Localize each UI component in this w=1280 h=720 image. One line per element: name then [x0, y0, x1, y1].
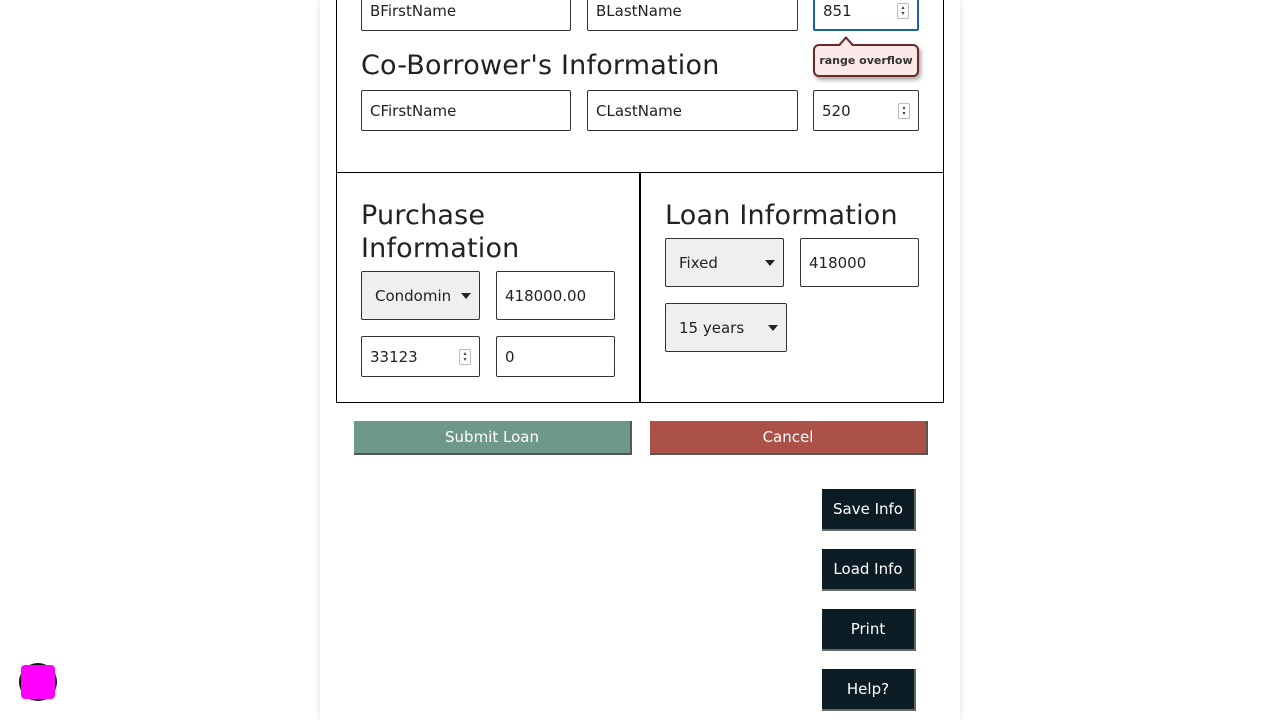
borrower-credit-score-value: 851 [823, 1, 852, 20]
down-payment-input[interactable]: 0 [496, 336, 615, 377]
chevron-down-icon [461, 292, 471, 299]
zip-code-input[interactable]: 33123 ▴ ▾ [361, 336, 480, 377]
help-label: Help? [846, 680, 890, 698]
purchase-heading: Purchase Information [361, 199, 520, 265]
borrower-last-name-value: BLastName [596, 1, 682, 20]
chevron-down-icon [768, 324, 778, 331]
borrower-first-name-value: BFirstName [370, 1, 457, 20]
loan-term-select[interactable]: 15 years [665, 303, 787, 352]
rate-type-select[interactable]: Fixed [665, 238, 784, 287]
purchase-heading-line1: Purchase [361, 200, 486, 231]
spinner-icon[interactable]: ▴ ▾ [898, 102, 910, 119]
co-borrower-credit-score-input[interactable]: 520 ▴ ▾ [813, 90, 919, 131]
co-borrower-first-name-value: CFirstName [370, 101, 457, 120]
spinner-icon[interactable]: ▴ ▾ [459, 348, 471, 365]
rate-type-value: Fixed [679, 253, 718, 272]
submit-loan-label: Submit Loan [445, 428, 539, 446]
purchase-price-value: 418000.00 [505, 286, 587, 305]
borrower-last-name-input[interactable]: BLastName [587, 0, 798, 31]
load-info-button[interactable]: Load Info [822, 549, 916, 591]
help-button[interactable]: Help? [822, 669, 916, 711]
cancel-button[interactable]: Cancel [650, 421, 928, 455]
co-borrower-heading: Co-Borrower's Information [361, 50, 720, 81]
borrower-credit-score-input[interactable]: 851 ▴ ▾ [813, 0, 919, 31]
property-type-value: Condomin [375, 286, 452, 305]
cancel-label: Cancel [762, 428, 814, 446]
loan-amount-value: 418000 [809, 253, 867, 272]
loan-amount-input[interactable]: 418000 [800, 238, 919, 287]
save-info-label: Save Info [833, 500, 903, 518]
co-borrower-credit-score-value: 520 [822, 101, 851, 120]
submit-loan-button[interactable]: Submit Loan [354, 421, 632, 455]
co-borrower-first-name-input[interactable]: CFirstName [361, 90, 571, 131]
save-info-button[interactable]: Save Info [822, 489, 916, 531]
borrower-first-name-input[interactable]: BFirstName [361, 0, 571, 31]
print-button[interactable]: Print [822, 609, 916, 651]
purchase-price-input[interactable]: 418000.00 [496, 271, 615, 320]
co-borrower-last-name-value: CLastName [596, 101, 682, 120]
chevron-down-icon [765, 259, 775, 266]
zip-code-value: 33123 [370, 347, 418, 366]
loan-term-value: 15 years [679, 318, 745, 337]
co-borrower-last-name-input[interactable]: CLastName [587, 90, 798, 131]
load-info-label: Load Info [833, 560, 903, 578]
purchase-heading-line2: Information [361, 233, 520, 264]
spinner-icon[interactable]: ▴ ▾ [897, 2, 909, 19]
square-icon [21, 665, 55, 699]
print-label: Print [850, 620, 886, 638]
floating-action-button[interactable] [19, 663, 57, 701]
property-type-select[interactable]: Condomin [361, 271, 480, 320]
validation-message: range overflow [819, 54, 913, 67]
validation-tooltip: range overflow [813, 36, 919, 77]
loan-form-page: BFirstName BLastName 851 ▴ ▾ range overfl… [320, 0, 960, 720]
loan-heading: Loan Information [665, 200, 898, 231]
down-payment-value: 0 [505, 347, 515, 366]
